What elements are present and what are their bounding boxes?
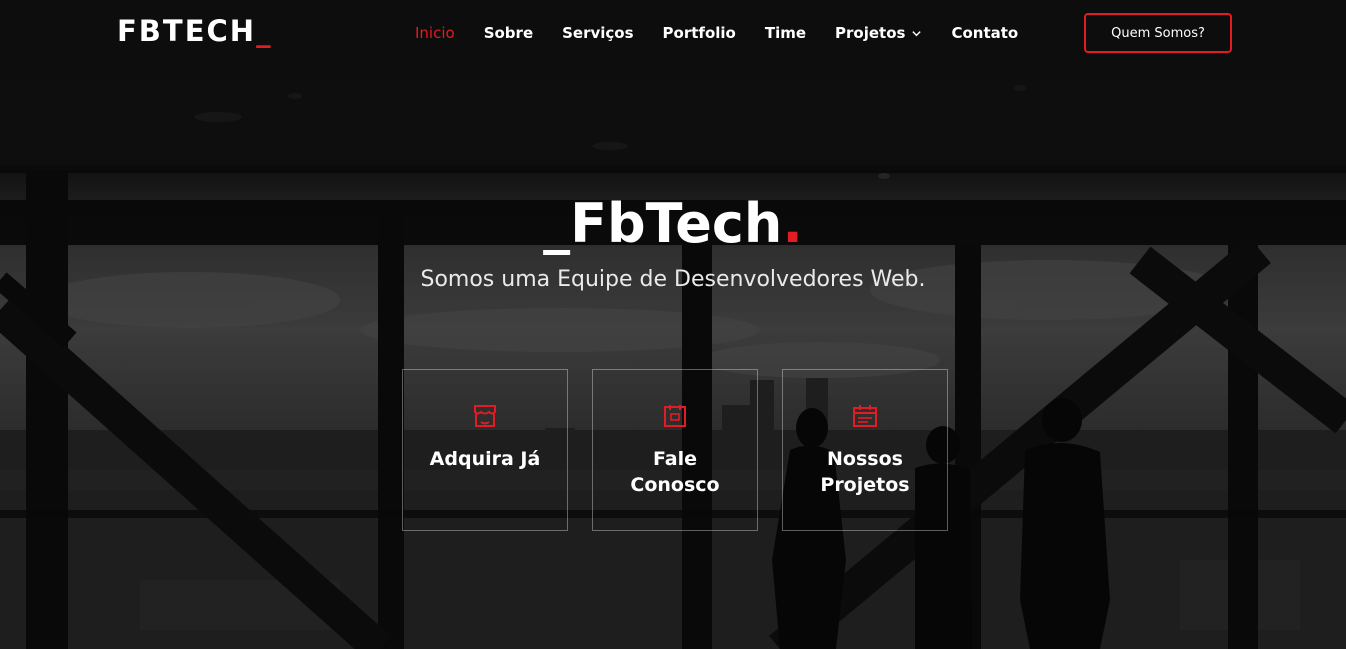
logo-text: FBTECH [117,14,257,48]
nav-item-contato[interactable]: Contato [951,24,1018,42]
nav-item-projetos[interactable]: Projetos [835,24,922,42]
quem-somos-button[interactable]: Quem Somos? [1084,13,1232,53]
site-logo[interactable]: FBTECH_ [117,14,273,48]
nav-item-sobre[interactable]: Sobre [484,24,533,42]
nav-item-time[interactable]: Time [765,24,806,42]
hero-title: _FbTech. [0,192,1346,255]
hero-title-dot: . [782,192,803,255]
calendar-icon [853,405,877,427]
chevron-down-icon [912,30,922,36]
site-header: FBTECH_ Inicio Sobre Serviços Portfolio … [0,0,1346,68]
hero-title-text: FbTech [570,192,783,255]
nav-item-projetos-label: Projetos [835,24,906,42]
hero-subtitle: Somos uma Equipe de Desenvolvedores Web. [420,267,926,292]
card-label: Fale Conosco [630,448,720,496]
store-icon [474,405,496,427]
card-label: Nossos Projetos [820,448,910,496]
nav-item-portfolio[interactable]: Portfolio [663,24,736,42]
nav-item-servicos[interactable]: Serviços [562,24,633,42]
card-nossos-projetos[interactable]: Nossos Projetos [782,369,948,531]
calendar-chat-icon [664,405,686,427]
card-label: Adquira Já [429,448,541,470]
dark-overlay [0,0,1346,649]
logo-cursor: _ [256,14,273,48]
hero-title-prefix: _ [543,192,571,255]
nav-item-inicio[interactable]: Inicio [415,24,455,42]
card-fale-conosco[interactable]: Fale Conosco [592,369,758,531]
main-nav: Inicio Sobre Serviços Portfolio Time Pro… [415,24,1047,42]
card-adquira-ja[interactable]: Adquira Já [402,369,568,531]
hero-action-cards: Adquira Já Fale Conosco Nossos Projetos [402,369,948,531]
